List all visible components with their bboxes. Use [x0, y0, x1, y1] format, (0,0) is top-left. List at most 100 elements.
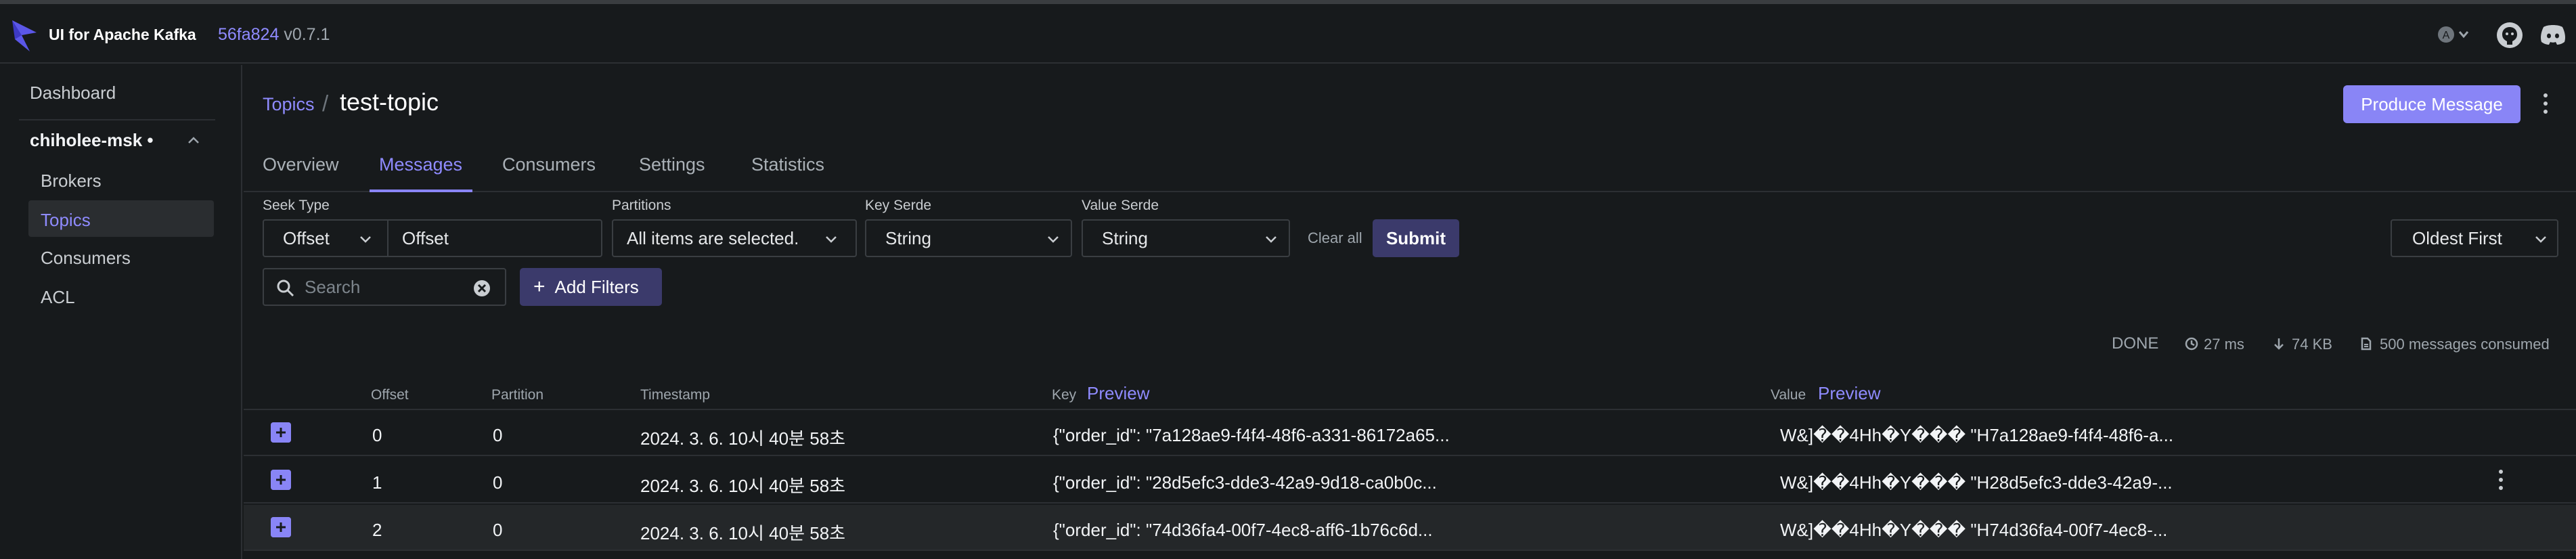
column-header-partition: Partition	[491, 387, 544, 403]
key-serde-select[interactable]: String	[865, 219, 1072, 257]
cell-timestamp: 2024. 3. 6. 10시 40분 58초	[640, 523, 846, 543]
sidebar-item-brokers[interactable]: Brokers	[41, 171, 102, 192]
cell-key: {"order_id": "7a128ae9-f4f4-48f6-a331-86…	[1053, 425, 1450, 445]
column-header-offset: Offset	[371, 387, 409, 403]
tab-messages[interactable]: Messages	[379, 154, 462, 175]
offset-input-placeholder: Offset	[402, 227, 449, 248]
chevron-down-icon	[826, 236, 837, 243]
sort-order-value: Oldest First	[2412, 227, 2502, 248]
theme-toggle-icon[interactable]: A	[2437, 24, 2470, 45]
value-serde-label: Value Serde	[1082, 198, 1159, 213]
breadcrumb-separator: /	[322, 91, 329, 116]
cell-value: W&]��4Hh�Y��� "H74d36fa4-00f7-4ec8-...	[1780, 520, 2168, 540]
partitions-value: All items are selected.	[627, 227, 799, 248]
top-navbar: UI for Apache Kafka 56fa824 v0.7.1 A	[0, 4, 2576, 64]
plus-icon: +	[533, 275, 546, 298]
chevron-down-icon	[1048, 236, 1059, 243]
expand-row-icon[interactable]	[271, 422, 291, 443]
cell-timestamp: 2024. 3. 6. 10시 40분 58초	[640, 428, 846, 449]
expand-row-icon[interactable]	[271, 470, 291, 490]
cell-offset: 2	[372, 520, 382, 540]
cell-partition: 0	[493, 425, 503, 445]
page-title: test-topic	[340, 88, 439, 116]
key-serde-label: Key Serde	[865, 198, 932, 213]
cluster-name-text: chiholee-msk	[30, 130, 143, 150]
seek-type-value: Offset	[283, 227, 330, 248]
produce-message-button[interactable]: Produce Message	[2343, 85, 2521, 123]
key-preview-button[interactable]: Preview	[1087, 383, 1149, 404]
search-input[interactable]: Search	[263, 268, 506, 306]
discord-icon[interactable]	[2539, 23, 2567, 46]
add-filters-label: Add Filters	[554, 276, 639, 297]
kafka-logo-icon[interactable]	[9, 19, 41, 53]
sidebar-divider	[19, 119, 215, 120]
cell-offset: 0	[372, 425, 382, 445]
cell-key: {"order_id": "28d5efc3-dde3-42a9-9d18-ca…	[1053, 472, 1437, 493]
sidebar-item-consumers[interactable]: Consumers	[41, 248, 131, 269]
version-number: v0.7.1	[284, 25, 330, 44]
active-tab-indicator	[370, 189, 472, 192]
value-serde-select[interactable]: String	[1082, 219, 1290, 257]
version-hash-link[interactable]: 56fa824	[218, 25, 279, 44]
search-icon	[277, 280, 294, 297]
table-row[interactable]: 0 0 2024. 3. 6. 10시 40분 58초 {"order_id":…	[244, 410, 2576, 456]
sidebar-item-dashboard[interactable]: Dashboard	[30, 83, 116, 104]
seek-type-select[interactable]: Offset	[263, 219, 388, 257]
file-icon	[2361, 337, 2372, 351]
offset-input[interactable]: Offset	[387, 219, 602, 257]
submit-button[interactable]: Submit	[1373, 219, 1459, 257]
value-preview-button[interactable]: Preview	[1818, 383, 1880, 404]
cell-partition: 0	[493, 520, 503, 540]
github-icon[interactable]	[2496, 22, 2523, 49]
partitions-select[interactable]: All items are selected.	[612, 219, 857, 257]
sort-order-select[interactable]: Oldest First	[2391, 219, 2558, 257]
key-serde-value: String	[885, 227, 931, 248]
bytes-consumed: 74 KB	[2292, 336, 2332, 353]
topic-tabs: Overview Messages Consumers Settings Sta…	[244, 145, 2576, 192]
cell-value: W&]��4Hh�Y��� "H28d5efc3-dde3-42a9-...	[1780, 472, 2173, 493]
column-header-key: Key	[1052, 387, 1077, 403]
elapsed-time: 27 ms	[2204, 336, 2244, 353]
cell-value: W&]��4Hh�Y��� "H7a128ae9-f4f4-48f6-a...	[1780, 425, 2174, 445]
cell-partition: 0	[493, 472, 503, 493]
clear-search-icon[interactable]	[472, 279, 491, 298]
partitions-label: Partitions	[612, 198, 671, 213]
chevron-down-icon	[2535, 236, 2546, 243]
tab-consumers[interactable]: Consumers	[502, 154, 596, 175]
more-options-icon[interactable]	[2542, 92, 2549, 115]
clear-all-button[interactable]: Clear all	[1308, 229, 1362, 247]
tab-overview[interactable]: Overview	[263, 154, 339, 175]
consume-status: DONE	[2112, 334, 2159, 353]
messages-consumed: 500 messages consumed	[2380, 336, 2550, 353]
theme-badge-letter: A	[2443, 30, 2450, 41]
add-filters-button[interactable]: + Add Filters	[520, 268, 662, 306]
cell-timestamp: 2024. 3. 6. 10시 40분 58초	[640, 476, 846, 496]
sidebar-item-topics[interactable]: Topics	[41, 210, 91, 231]
seek-type-label: Seek Type	[263, 198, 330, 213]
chevron-up-icon[interactable]	[187, 135, 200, 145]
app-brand-name[interactable]: UI for Apache Kafka	[49, 26, 196, 44]
expand-row-icon[interactable]	[271, 517, 291, 537]
column-header-timestamp: Timestamp	[640, 387, 711, 403]
column-header-value: Value	[1771, 387, 1806, 403]
tab-statistics[interactable]: Statistics	[751, 154, 824, 175]
value-serde-value: String	[1102, 227, 1148, 248]
chevron-down-icon	[1266, 236, 1276, 243]
cluster-status-dot: •	[147, 130, 154, 150]
table-row[interactable]: 1 0 2024. 3. 6. 10시 40분 58초 {"order_id":…	[244, 457, 2576, 504]
sidebar: Dashboard chiholee-msk • Brokers Topics …	[0, 65, 242, 559]
breadcrumb-topics-link[interactable]: Topics	[263, 94, 315, 115]
sidebar-cluster-name[interactable]: chiholee-msk •	[30, 130, 154, 151]
arrow-down-icon	[2274, 338, 2284, 350]
tab-settings[interactable]: Settings	[639, 154, 705, 175]
search-placeholder: Search	[305, 276, 361, 297]
cell-key: {"order_id": "74d36fa4-00f7-4ec8-aff6-1b…	[1053, 520, 1433, 540]
app-version: 56fa824 v0.7.1	[218, 25, 330, 45]
sidebar-item-acl[interactable]: ACL	[41, 287, 75, 308]
table-row[interactable]: 2 0 2024. 3. 6. 10시 40분 58초 {"order_id":…	[244, 505, 2576, 551]
cell-offset: 1	[372, 472, 382, 493]
main-content: Topics / test-topic Produce Message Over…	[244, 65, 2576, 559]
clock-icon	[2185, 337, 2198, 351]
chevron-down-icon	[360, 236, 371, 243]
row-actions-icon[interactable]	[2497, 468, 2504, 491]
